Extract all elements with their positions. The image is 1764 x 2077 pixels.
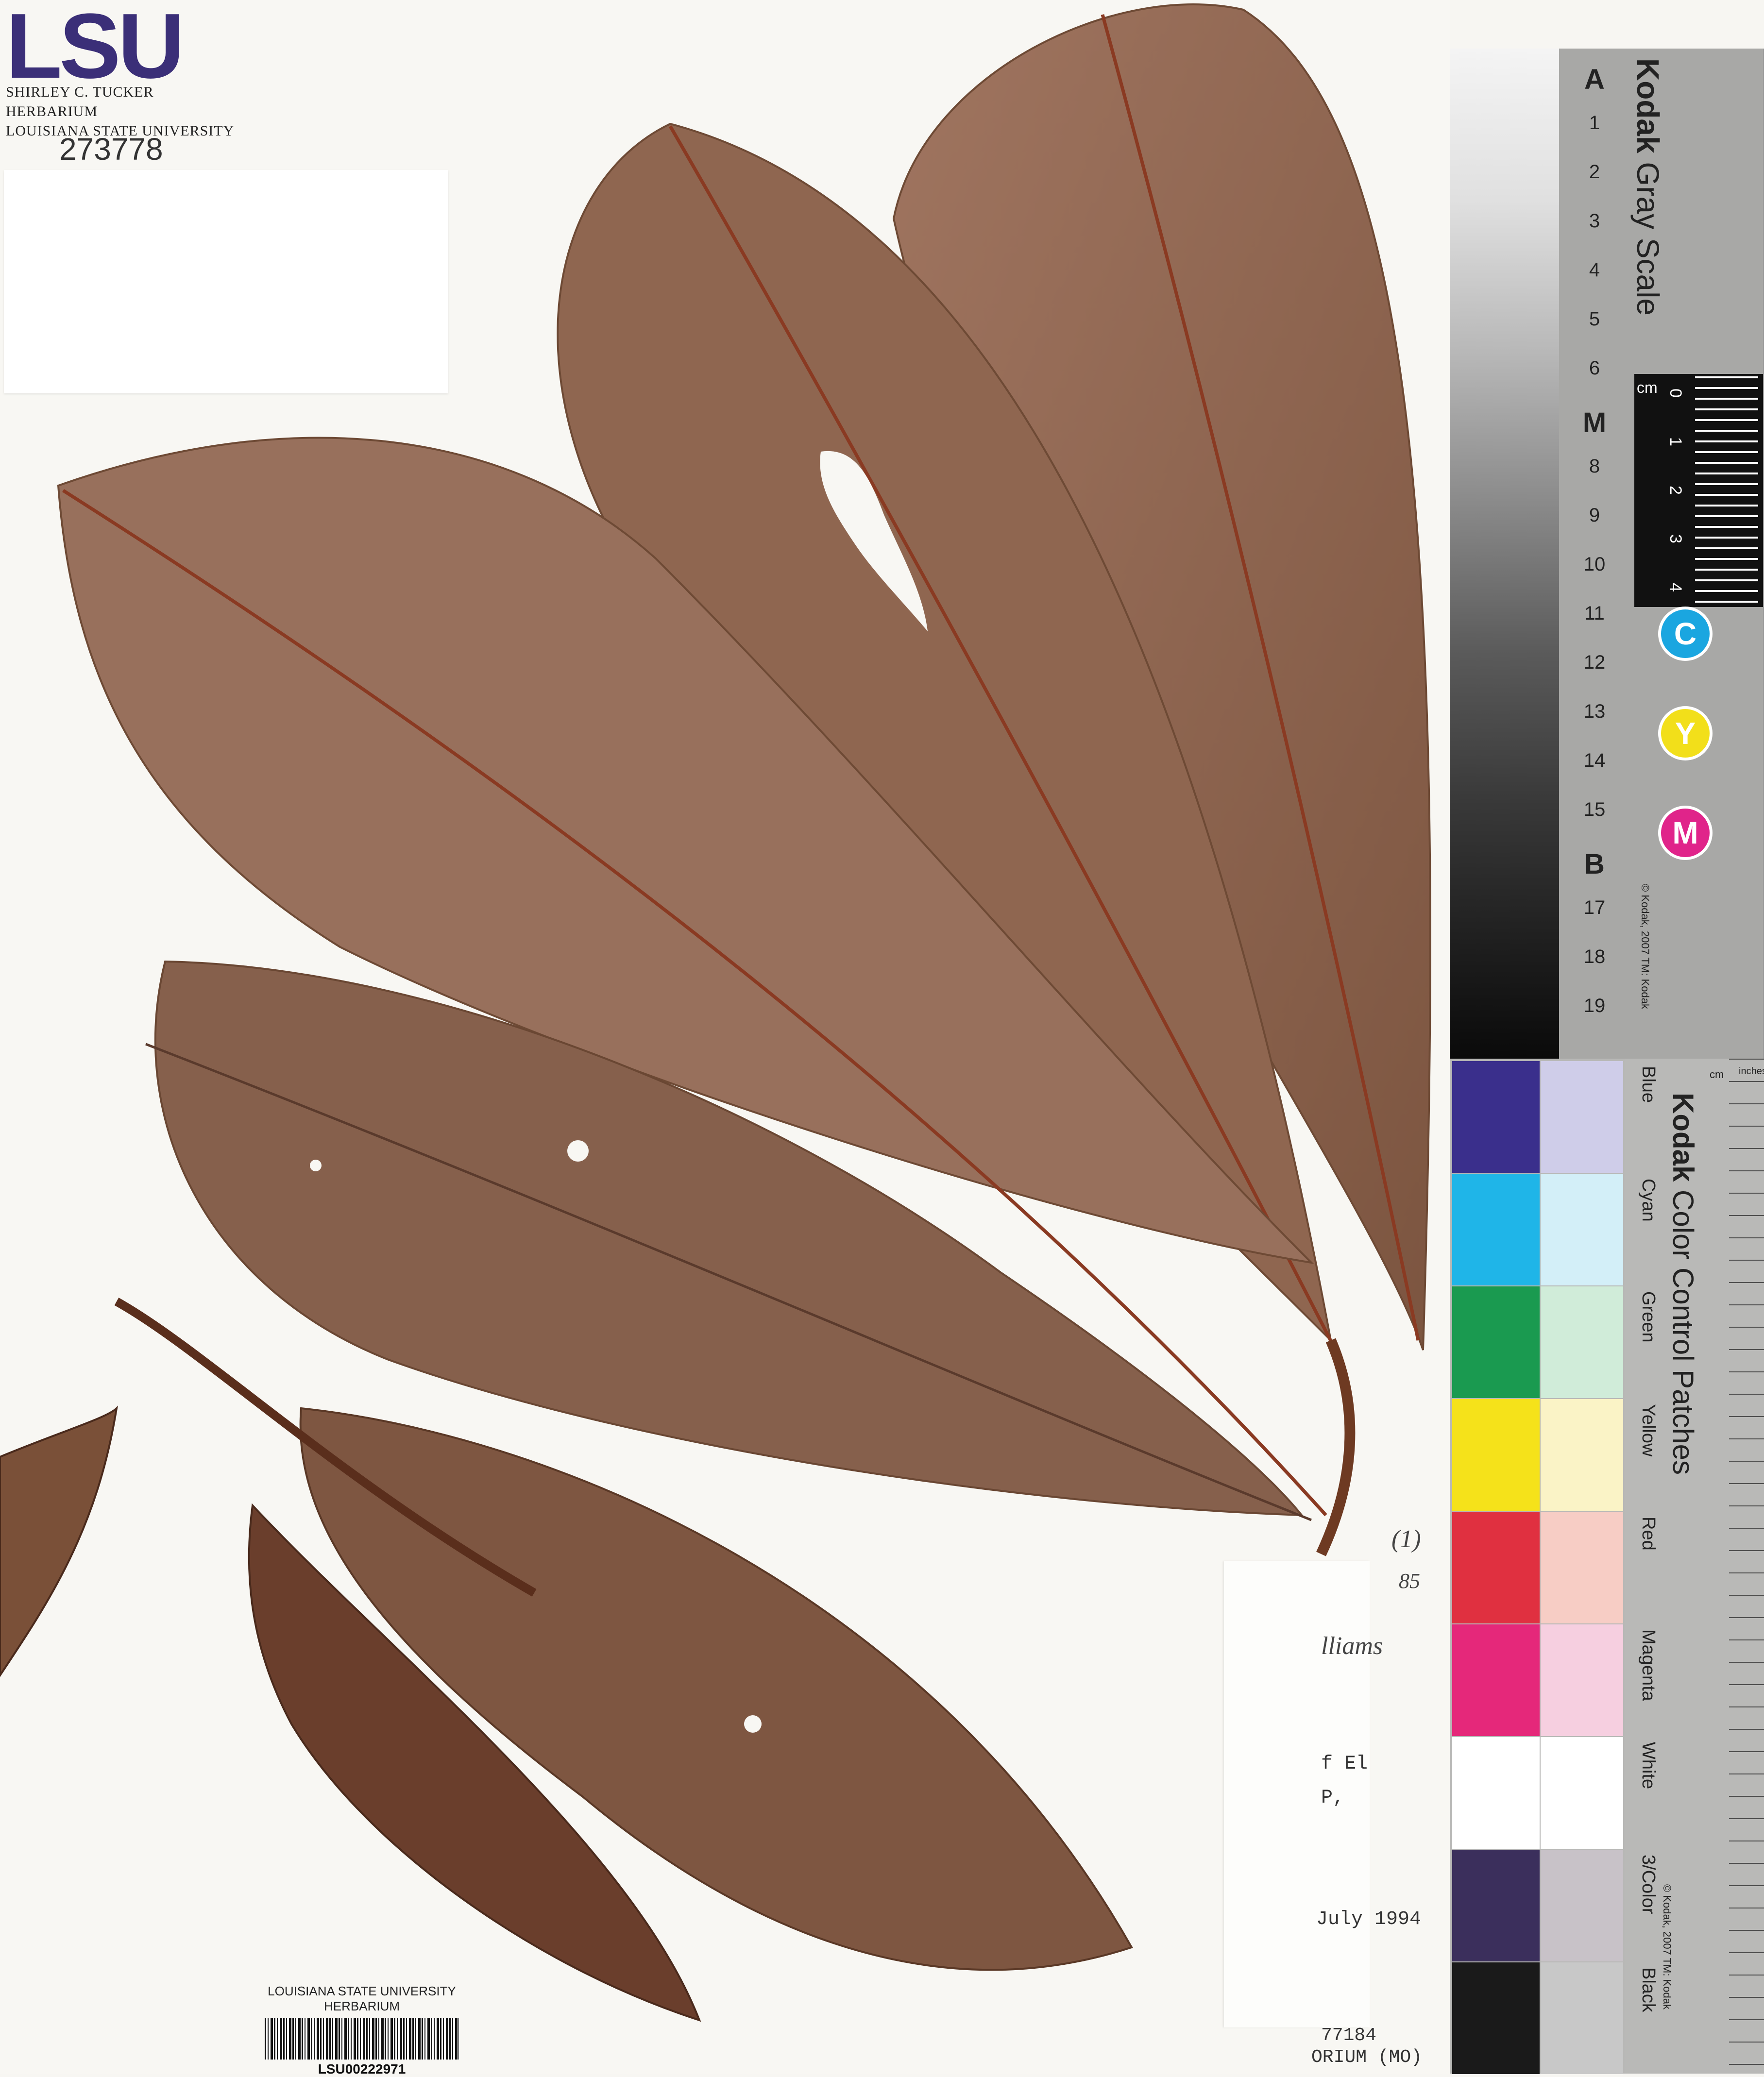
gray-step-label: A (1584, 64, 1605, 95)
gray-scale-steps (1450, 49, 1559, 1059)
color-patch (1452, 1061, 1540, 1173)
gray-step-label: 6 (1589, 357, 1600, 379)
herbarium-logo: LSU SHIRLEY C. TUCKER HERBARIUM LOUISIAN… (6, 0, 239, 141)
color-patch-tint (1541, 1399, 1623, 1511)
gray-step-label: 10 (1583, 554, 1606, 575)
color-patch (1452, 1174, 1540, 1285)
color-patch (1452, 1850, 1540, 1961)
color-patch-label: 3/Color (1638, 1855, 1659, 1914)
ruler-mark: 2 (1666, 486, 1685, 495)
herbarium-line: ORIUM (MO) (1311, 2047, 1423, 2068)
color-patch-label: Magenta (1638, 1629, 1659, 1701)
barcode-title: LOUISIANA STATE UNIVERSITY HERBARIUM (268, 1984, 456, 2013)
gray-step-label: M (1582, 407, 1607, 439)
gray-step-label: 11 (1584, 603, 1605, 624)
gray-step-label: 4 (1589, 259, 1600, 281)
gray-step-label: 12 (1583, 652, 1606, 673)
color-patch-label: Red (1638, 1517, 1659, 1551)
barcode-label: LOUISIANA STATE UNIVERSITY HERBARIUM LSU… (245, 1984, 478, 2077)
hand-annotation: (1) (1391, 1525, 1421, 1553)
color-patch (1452, 1512, 1540, 1623)
color-patch (1452, 1737, 1540, 1849)
gray-step-label: 2 (1589, 161, 1600, 183)
color-patch-tint (1541, 1624, 1623, 1736)
label-text: f El (1321, 1753, 1368, 1775)
hand-annotation: 85 (1399, 1569, 1420, 1593)
gray-step-label: 13 (1583, 701, 1606, 722)
color-patch-label: White (1638, 1742, 1659, 1790)
barcode-id: LSU00222971 (318, 2061, 406, 2077)
ruler-unit-inches: inches (1739, 1066, 1764, 1077)
catalog-number: 273778 (59, 132, 163, 167)
gray-step-label: 9 (1589, 505, 1600, 526)
gray-step-label: 19 (1583, 995, 1606, 1016)
color-patch-tint (1541, 1737, 1623, 1849)
collection-number: 77184 (1321, 2025, 1377, 2046)
color-patch-label: Green (1638, 1291, 1659, 1343)
gray-step-label: 5 (1589, 308, 1600, 330)
ruler-mark: 3 (1666, 534, 1685, 543)
ruler-ticks (1695, 376, 1758, 605)
gray-step-label: 18 (1583, 946, 1606, 967)
gray-scale-copyright: © Kodak, 2007 TM: Kodak (1639, 884, 1651, 1009)
color-dot-c: C (1661, 609, 1710, 658)
color-patch (1452, 1962, 1540, 2074)
color-patch-tint (1541, 1174, 1623, 1285)
gray-step-label: 17 (1583, 897, 1606, 918)
herbarium-name-line1: SHIRLEY C. TUCKER HERBARIUM (6, 84, 154, 119)
gray-step-label: 14 (1583, 750, 1606, 771)
collection-date: July 1994 (1316, 1908, 1422, 1930)
color-patch-label: Yellow (1638, 1404, 1659, 1457)
color-patch (1452, 1399, 1540, 1511)
color-patch-tint (1541, 1061, 1623, 1173)
color-patch-label: Cyan (1638, 1179, 1659, 1222)
gray-step-label: B (1584, 848, 1605, 880)
inch-ruler (1729, 1059, 1764, 2074)
ruler-unit: cm (1637, 379, 1658, 396)
label-text: P, (1321, 1787, 1345, 1809)
color-patch (1452, 1624, 1540, 1736)
color-patch-tint (1541, 1962, 1623, 2074)
specimen-label-card (1224, 1561, 1370, 2027)
species-name-fragment: lliams (1321, 1632, 1383, 1660)
gray-step-label: 15 (1583, 799, 1606, 820)
ruler-mark: 1 (1666, 437, 1685, 446)
color-card-title: Kodak Color Control Patches (1667, 1093, 1699, 1475)
gray-step-label: 3 (1589, 210, 1600, 232)
ruler-mark: 4 (1666, 583, 1685, 592)
ruler-unit-cm: cm (1710, 1068, 1724, 1081)
leaf (0, 1405, 118, 1677)
color-patch-tint (1541, 1286, 1623, 1398)
color-card-copyright: © Kodak, 2007 TM: Kodak (1661, 1884, 1673, 2009)
color-patch-tint (1541, 1512, 1623, 1623)
color-patch (1452, 1286, 1540, 1398)
color-dot-m: M (1661, 809, 1710, 857)
gray-step-label: 1 (1589, 112, 1600, 134)
color-patch-label: Black (1638, 1967, 1659, 2012)
stem (1316, 1338, 1356, 1556)
barcode-icon (265, 2018, 459, 2060)
ruler-mark: 0 (1666, 388, 1685, 398)
color-patch-label: Blue (1638, 1066, 1659, 1103)
color-dot-y: Y (1661, 709, 1710, 758)
paper-strip (4, 170, 448, 393)
gray-step-label: 8 (1589, 456, 1600, 477)
lsu-logo-text: LSU (6, 0, 185, 98)
color-patch-tint (1541, 1850, 1623, 1961)
